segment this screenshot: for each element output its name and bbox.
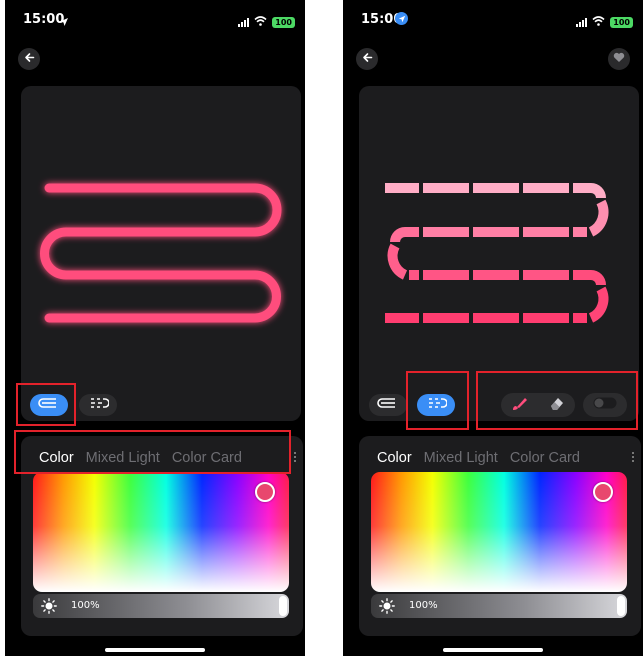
- color-picker-handle[interactable]: [255, 482, 275, 502]
- more-tabs-icon[interactable]: [632, 452, 637, 462]
- continuous-light-strip: [40, 183, 282, 323]
- right-phone-screen: 15:00 100 Color Mixed Light Color Card 1…: [343, 0, 643, 656]
- arrow-left-icon: [362, 50, 373, 68]
- color-picker[interactable]: [371, 472, 627, 592]
- color-picker-handle[interactable]: [593, 482, 613, 502]
- brightness-value: 100%: [409, 600, 438, 611]
- tab-color[interactable]: Color: [377, 450, 412, 466]
- signal-icon: [238, 17, 250, 27]
- sun-icon: [379, 598, 395, 619]
- brightness-value: 100%: [71, 600, 100, 611]
- home-indicator: [443, 648, 543, 652]
- mode-tabs: Color Mixed Light Color Card: [377, 450, 580, 466]
- status-bar: 15:00 100: [343, 10, 643, 30]
- location-arrow-icon: [59, 14, 69, 32]
- wifi-icon: [254, 13, 267, 31]
- back-button[interactable]: [356, 48, 378, 70]
- continuous-strip-icon: [377, 396, 399, 414]
- battery-icon: 100: [610, 16, 633, 28]
- signal-icon: [576, 17, 588, 27]
- home-indicator: [105, 648, 205, 652]
- highlight-segment-button: [406, 371, 469, 430]
- status-icons: 100: [576, 13, 633, 31]
- light-strip-preview: [21, 86, 301, 421]
- tab-color-card[interactable]: Color Card: [510, 450, 580, 466]
- favorite-button[interactable]: [608, 48, 630, 70]
- sun-icon: [41, 598, 57, 619]
- brightness-thumb[interactable]: [617, 596, 625, 616]
- continuous-mode-button[interactable]: [369, 394, 407, 416]
- tab-mixed-light[interactable]: Mixed Light: [424, 450, 498, 466]
- back-button[interactable]: [18, 48, 40, 70]
- left-phone-screen: 15:00 100 Color Mixed Light Color Card 1…: [5, 0, 305, 656]
- brightness-thumb[interactable]: [279, 596, 287, 616]
- highlight-tabs: [14, 430, 291, 474]
- more-tabs-icon[interactable]: [294, 452, 299, 462]
- highlight-mode-button: [16, 383, 76, 426]
- highlight-tool-controls: [476, 371, 638, 430]
- brightness-slider[interactable]: 100%: [371, 594, 627, 618]
- battery-icon: 100: [272, 16, 295, 28]
- arrow-left-icon: [24, 50, 35, 68]
- heart-icon: [613, 50, 625, 68]
- segment-mode-button[interactable]: [79, 394, 117, 416]
- wifi-icon: [592, 13, 605, 31]
- color-picker[interactable]: [33, 472, 289, 592]
- status-bar: 15:00 100: [5, 10, 305, 30]
- status-icons: 100: [238, 13, 295, 31]
- brightness-slider[interactable]: 100%: [33, 594, 289, 618]
- color-panel: Color Mixed Light Color Card 100%: [359, 436, 641, 636]
- segmented-strip-icon: [87, 396, 110, 414]
- location-badge-icon: [395, 12, 408, 25]
